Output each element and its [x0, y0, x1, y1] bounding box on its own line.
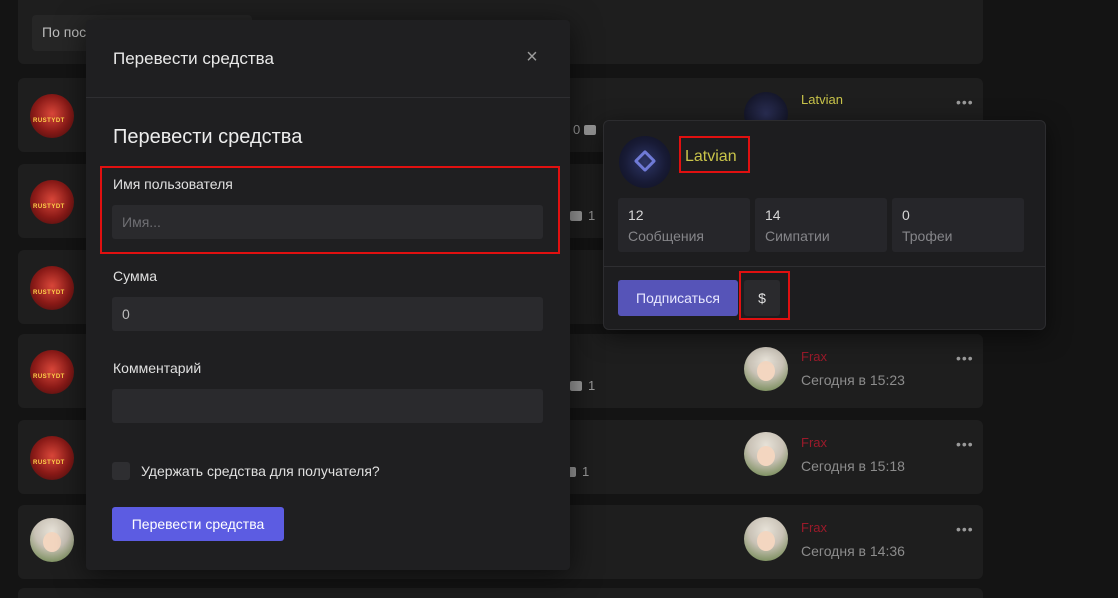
last-post-time[interactable]: Сегодня в 15:23 [801, 372, 905, 388]
stat-value: 0 [902, 207, 910, 223]
comment-icon [570, 211, 582, 221]
stat-label: Трофеи [902, 228, 953, 244]
stat-label: Сообщения [628, 228, 704, 244]
more-dots-icon[interactable]: ••• [956, 436, 974, 452]
divider [604, 266, 1045, 267]
hold-funds-checkbox[interactable] [112, 462, 130, 480]
reply-count: 1 [570, 208, 595, 223]
comment-icon [583, 125, 596, 135]
comment-icon [570, 381, 582, 391]
thread-author-avatar[interactable] [30, 350, 74, 394]
last-poster-name[interactable]: Frax [801, 520, 827, 535]
highlight-box-username [100, 166, 560, 254]
form-section-title: Перевести средства [113, 126, 303, 148]
last-poster-name[interactable]: Latvian [801, 92, 843, 107]
comment-field[interactable] [112, 389, 543, 423]
last-poster-name[interactable]: Frax [801, 349, 827, 364]
amount-label: Сумма [113, 268, 157, 284]
last-poster-name[interactable]: Frax [801, 435, 827, 450]
reply-count: 0 [573, 122, 602, 137]
follow-button[interactable]: Подписаться [618, 280, 738, 316]
last-poster-avatar[interactable] [744, 517, 788, 561]
stat-trophies[interactable]: 0 Трофеи [892, 198, 1024, 252]
highlight-box-dollar [739, 271, 790, 320]
close-icon[interactable]: × [524, 47, 540, 68]
stat-label: Симпатии [765, 228, 830, 244]
thread-author-avatar[interactable] [30, 266, 74, 310]
highlight-box-username [679, 136, 750, 173]
hold-funds-label[interactable]: Удержать средства для получателя? [141, 463, 380, 479]
more-dots-icon[interactable]: ••• [956, 521, 974, 537]
modal-header: Перевести средства × [86, 20, 570, 98]
last-poster-avatar[interactable] [744, 432, 788, 476]
avatar-logo-icon [633, 149, 657, 173]
thread-row [18, 588, 983, 598]
more-dots-icon[interactable]: ••• [956, 350, 974, 366]
more-dots-icon[interactable]: ••• [956, 94, 974, 110]
thread-author-avatar[interactable] [30, 436, 74, 480]
stat-likes[interactable]: 14 Симпатии [755, 198, 887, 252]
last-post-time[interactable]: Сегодня в 15:18 [801, 458, 905, 474]
reply-count: 1 [570, 378, 595, 393]
modal-title: Перевести средства [113, 49, 274, 68]
profile-avatar[interactable] [619, 136, 671, 188]
member-profile-popup: Latvian 12 Сообщения 14 Симпатии 0 Трофе… [603, 120, 1046, 330]
transfer-funds-modal: Перевести средства × Перевести средства … [86, 20, 570, 570]
stat-value: 14 [765, 207, 781, 223]
thread-author-avatar[interactable] [30, 518, 74, 562]
last-post-time[interactable]: Сегодня в 14:36 [801, 543, 905, 559]
stat-value: 12 [628, 207, 644, 223]
comment-label: Комментарий [113, 360, 202, 376]
last-poster-avatar[interactable] [744, 347, 788, 391]
transfer-submit-button[interactable]: Перевести средства [112, 507, 284, 541]
stat-messages[interactable]: 12 Сообщения [618, 198, 750, 252]
amount-field[interactable] [112, 297, 543, 331]
thread-author-avatar[interactable] [30, 180, 74, 224]
thread-author-avatar[interactable] [30, 94, 74, 138]
